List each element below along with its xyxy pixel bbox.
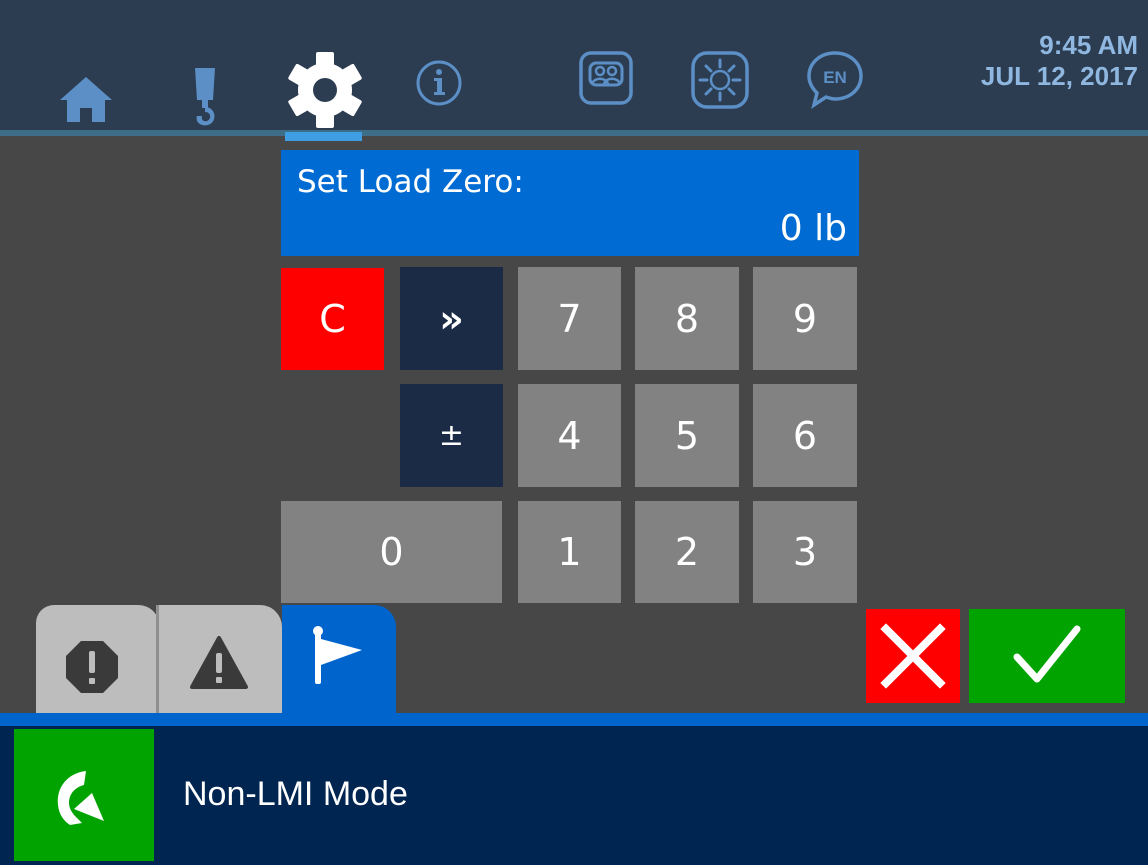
- tab-alarms[interactable]: [36, 605, 160, 713]
- mode-button[interactable]: [14, 729, 154, 861]
- sign-toggle-button[interactable]: ±: [400, 384, 503, 487]
- key-4[interactable]: 4: [518, 384, 621, 487]
- crane-hook-icon[interactable]: [188, 66, 222, 132]
- cancel-button[interactable]: [866, 609, 960, 703]
- active-tab-indicator: [285, 132, 362, 141]
- confirm-button[interactable]: [969, 609, 1125, 703]
- clear-button[interactable]: C: [281, 268, 384, 370]
- key-8[interactable]: 8: [635, 267, 739, 370]
- language-code: EN: [823, 68, 847, 87]
- footer-bar: [0, 726, 1148, 865]
- stop-alarm-icon: [66, 641, 118, 693]
- brightness-icon[interactable]: [690, 50, 750, 110]
- key-7[interactable]: 7: [518, 267, 621, 370]
- checkmark-icon: [1013, 625, 1081, 683]
- mode-label: Non-LMI Mode: [183, 775, 408, 813]
- clock-date: JUL 12, 2017: [980, 61, 1138, 91]
- topbar-divider: [0, 130, 1148, 136]
- display-label: Set Load Zero:: [297, 164, 524, 200]
- key-6[interactable]: 6: [753, 384, 857, 487]
- entry-display: Set Load Zero: 0 lb: [281, 150, 859, 256]
- key-0[interactable]: 0: [281, 501, 502, 603]
- clock-time: 9:45 AM: [1039, 30, 1138, 60]
- footer-divider: [0, 713, 1148, 726]
- key-5[interactable]: 5: [635, 384, 739, 487]
- display-value: 0 lb: [779, 208, 847, 249]
- key-1[interactable]: 1: [518, 501, 621, 603]
- tab-flags[interactable]: [282, 605, 396, 715]
- close-x-icon: [880, 623, 946, 689]
- mode-arrow-icon: [57, 771, 104, 825]
- screen: EN 9:45 AM JUL 12, 2017 Set Load Zero: 0…: [0, 0, 1148, 865]
- home-icon[interactable]: [58, 74, 114, 124]
- key-9[interactable]: 9: [753, 267, 857, 370]
- datetime: 9:45 AM JUL 12, 2017: [938, 30, 1138, 92]
- warning-icon: [190, 636, 248, 689]
- flag-icon: [313, 626, 362, 684]
- operators-icon[interactable]: [578, 50, 634, 106]
- info-icon[interactable]: [414, 58, 464, 108]
- next-button[interactable]: »: [400, 267, 503, 370]
- key-2[interactable]: 2: [635, 501, 739, 603]
- language-icon[interactable]: EN: [804, 48, 866, 110]
- settings-gear-icon[interactable]: [283, 48, 367, 132]
- tab-warnings[interactable]: [156, 605, 282, 713]
- key-3[interactable]: 3: [753, 501, 857, 603]
